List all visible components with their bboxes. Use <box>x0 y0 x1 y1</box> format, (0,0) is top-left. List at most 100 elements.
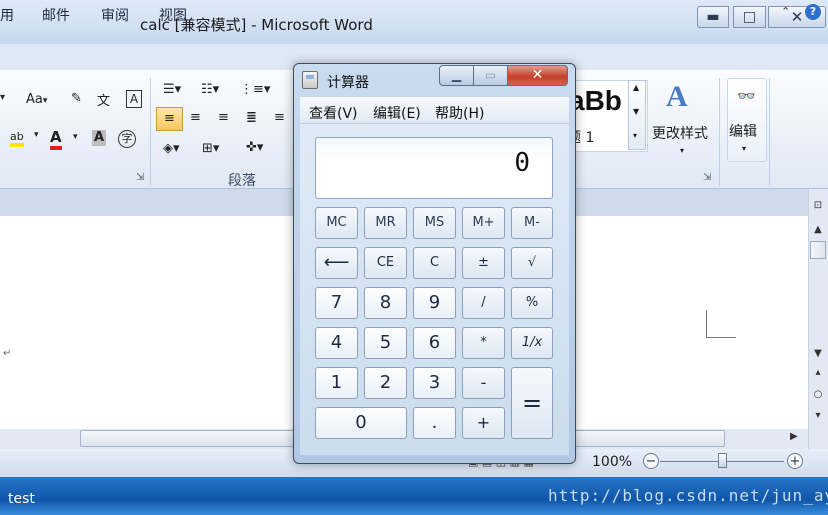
scroll-down-icon[interactable]: ▼ <box>810 348 826 359</box>
scroll-right-icon[interactable]: ▶ <box>790 431 798 442</box>
change-case-icon[interactable]: Aa▾ <box>26 92 47 107</box>
vertical-scroll-thumb[interactable] <box>810 241 826 259</box>
menu-edit[interactable]: 编辑(E) <box>373 103 421 123</box>
ruler-toggle-icon[interactable]: ⊡ <box>810 200 826 211</box>
distributed-icon[interactable]: ≡ <box>274 110 285 125</box>
digit-6-button[interactable]: 6 <box>413 327 456 359</box>
ce-button[interactable]: CE <box>364 247 407 279</box>
change-styles-dropdown-icon[interactable]: ▾ <box>680 146 684 155</box>
sqrt-button[interactable]: √ <box>511 247 553 279</box>
zoom-slider-thumb[interactable] <box>718 453 727 468</box>
scroll-up-icon[interactable]: ▲ <box>810 224 826 235</box>
backspace-button[interactable]: ⟵ <box>315 247 358 279</box>
group-label-paragraph: 段落 <box>228 173 256 189</box>
word-minimize-button[interactable]: ▬ <box>697 6 729 28</box>
word-maximize-button[interactable]: □ <box>733 6 766 28</box>
highlight-dropdown-icon[interactable]: ▾ <box>34 130 39 140</box>
asian-layout-icon[interactable]: ✜▾ <box>246 140 263 155</box>
justify-icon[interactable]: ≣ <box>246 110 257 125</box>
calculator-app-icon <box>302 71 318 89</box>
binoculars-icon: 👓 <box>737 87 756 105</box>
shading-icon[interactable]: ◈▾ <box>163 141 180 156</box>
align-center-icon[interactable]: ≡ <box>190 110 201 125</box>
font-color-dropdown-icon[interactable]: ▾ <box>73 132 78 142</box>
align-left-icon[interactable]: ≡ <box>156 107 183 131</box>
edit-label: 编辑 <box>729 124 757 140</box>
help-icon[interactable]: ? <box>805 4 821 20</box>
clear-format-icon[interactable]: ✎ <box>71 91 82 106</box>
zoom-level[interactable]: 100% <box>592 454 632 470</box>
taskbar-item[interactable]: test <box>8 491 35 507</box>
digit-4-button[interactable]: 4 <box>315 327 358 359</box>
zoom-out-button[interactable]: − <box>643 453 659 469</box>
decimal-button[interactable]: . <box>413 407 456 439</box>
style-preview-text: aBb <box>569 85 622 116</box>
phonetic-guide-icon[interactable]: 文 <box>97 90 110 109</box>
numbering-icon[interactable]: ☷▾ <box>201 82 219 97</box>
multilevel-list-icon[interactable]: ⋮≡▾ <box>240 82 270 97</box>
edit-dropdown-icon: ▾ <box>742 144 747 153</box>
align-right-icon[interactable]: ≡ <box>218 110 229 125</box>
gallery-down-icon[interactable]: ▼ <box>633 107 639 116</box>
m-plus-button[interactable]: M+ <box>462 207 505 239</box>
add-button[interactable]: + <box>462 407 505 439</box>
digit-7-button[interactable]: 7 <box>315 287 358 319</box>
gallery-up-icon[interactable]: ▲ <box>633 83 639 92</box>
char-border-icon[interactable]: A <box>126 90 142 108</box>
bullets-icon[interactable]: ☰▾ <box>163 82 181 97</box>
paragraph-mark-icon: ↵ <box>3 348 12 359</box>
font-dropdown-icon[interactable]: ▾ <box>0 92 5 103</box>
calc-display: 0 <box>315 137 553 199</box>
c-button[interactable]: C <box>413 247 456 279</box>
ribbon-minimize-icon[interactable]: ⌃ <box>781 5 790 18</box>
digit-1-button[interactable]: 1 <box>315 367 358 399</box>
digit-8-button[interactable]: 8 <box>364 287 407 319</box>
digit-2-button[interactable]: 2 <box>364 367 407 399</box>
group-separator <box>719 78 720 186</box>
group-separator <box>769 78 770 186</box>
char-shading-icon[interactable]: A <box>92 130 106 146</box>
menu-view[interactable]: 查看(V) <box>309 103 358 123</box>
digit-9-button[interactable]: 9 <box>413 287 456 319</box>
digit-0-button[interactable]: 0 <box>315 407 407 439</box>
change-styles-button[interactable]: 更改样式 <box>652 123 708 143</box>
calculator-title: 计算器 <box>327 75 369 91</box>
tab-view[interactable]: 视图 <box>159 5 187 25</box>
change-styles-icon[interactable]: A <box>666 80 688 114</box>
previous-page-icon[interactable]: ▴ <box>810 367 826 378</box>
reciprocal-button[interactable]: 1/x <box>511 327 553 359</box>
borders-icon[interactable]: ⊞▾ <box>202 141 219 156</box>
calc-minimize-button[interactable]: ▁ <box>439 65 474 86</box>
tab-review[interactable]: 审阅 <box>101 5 129 25</box>
styles-dialog-launcher-icon[interactable]: ⇲ <box>703 172 711 183</box>
zoom-in-button[interactable]: + <box>787 453 803 469</box>
ms-button[interactable]: MS <box>413 207 456 239</box>
tab-mailings[interactable]: 邮件 <box>42 5 70 25</box>
browse-object-icon[interactable]: ○ <box>810 389 826 400</box>
calc-maximize-button[interactable]: ▭ <box>473 65 508 86</box>
subtract-button[interactable]: - <box>462 367 505 399</box>
digit-3-button[interactable]: 3 <box>413 367 456 399</box>
divide-button[interactable]: / <box>462 287 505 319</box>
next-page-icon[interactable]: ▾ <box>810 410 826 421</box>
multiply-button[interactable]: * <box>462 327 505 359</box>
mr-button[interactable]: MR <box>364 207 407 239</box>
mc-button[interactable]: MC <box>315 207 358 239</box>
enclose-char-icon[interactable]: 字 <box>118 130 136 148</box>
equals-button[interactable]: = <box>511 367 553 439</box>
digit-5-button[interactable]: 5 <box>364 327 407 359</box>
watermark: http://blog.csdn.net/jun_ay <box>548 486 828 505</box>
page-corner-mark <box>706 310 736 338</box>
group-separator <box>150 78 151 186</box>
percent-button[interactable]: % <box>511 287 553 319</box>
highlight-icon[interactable]: ab <box>10 130 24 147</box>
tab-page-layout[interactable]: 用 <box>0 5 14 25</box>
font-dialog-launcher-icon[interactable]: ⇲ <box>136 172 144 183</box>
negate-button[interactable]: ± <box>462 247 505 279</box>
calc-close-button[interactable]: ✕ <box>507 65 568 86</box>
menu-help[interactable]: 帮助(H) <box>435 103 484 123</box>
style-gallery-scroll[interactable]: ▲ ▼ ▾ <box>628 80 646 150</box>
gallery-more-icon[interactable]: ▾ <box>633 131 637 140</box>
font-color-icon[interactable]: A <box>50 128 62 150</box>
m-minus-button[interactable]: M- <box>511 207 553 239</box>
